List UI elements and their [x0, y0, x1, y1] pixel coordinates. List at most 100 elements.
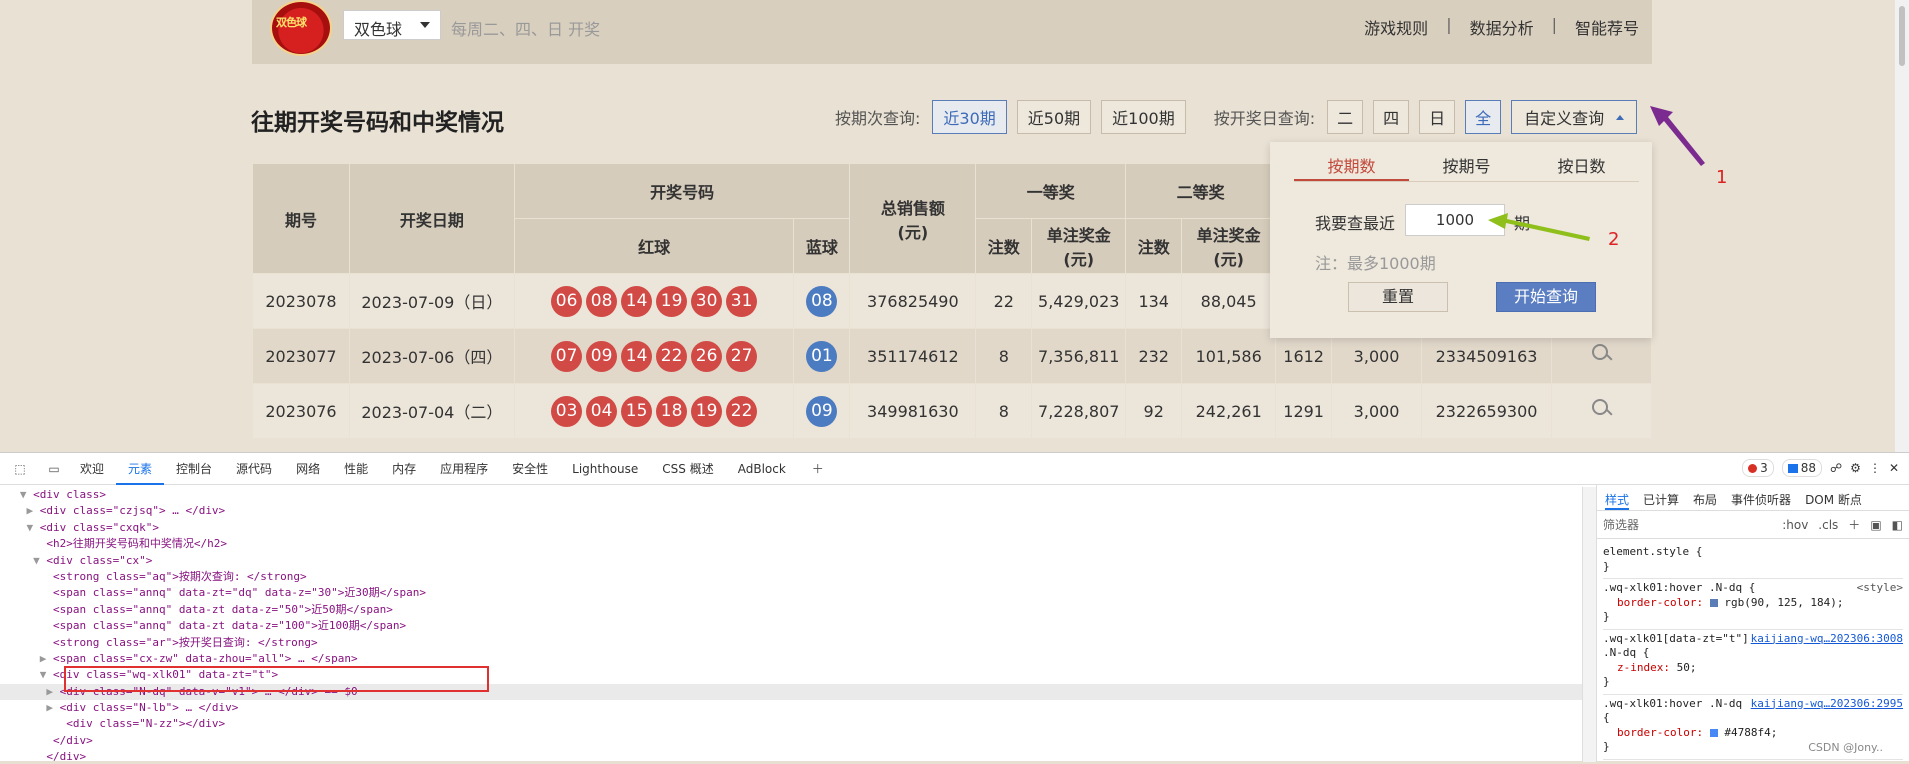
color-swatch[interactable] — [1709, 728, 1718, 737]
feedback-icon[interactable]: ☍ — [1830, 461, 1842, 475]
nav-recommend[interactable]: 智能荐号 — [1575, 15, 1639, 39]
devtools-tab[interactable]: 欢迎 — [68, 453, 116, 485]
dom-node[interactable]: ▶ <div class="N-lb"> … </div> — [0, 700, 1582, 716]
dom-node[interactable]: <span class="annq" data-zt data-z="100">… — [0, 618, 1582, 634]
dom-node-text: <h2>往期开奖号码和中奖情况</h2> — [46, 537, 227, 551]
styles-filter-input[interactable]: 筛选器 — [1603, 515, 1772, 535]
styles-tab[interactable]: 事件侦听器 — [1731, 491, 1791, 510]
styles-tab[interactable]: 布局 — [1693, 491, 1717, 510]
day-all-button[interactable]: 全 — [1465, 100, 1502, 134]
styles-tab[interactable]: DOM 断点 — [1805, 491, 1862, 510]
css-rule[interactable]: <style> .wq-xlk01:hover .N-dq {border-col… — [1603, 579, 1903, 630]
dom-node[interactable]: </div> — [0, 749, 1582, 762]
dom-node[interactable]: </div> — [0, 733, 1582, 749]
dom-node[interactable]: ▼ <div class="cxqk"> — [0, 520, 1582, 536]
cell-red-balls: 06 08 14 19 30 31 — [513, 273, 795, 329]
css-rule[interactable]: element.style {} — [1603, 543, 1903, 579]
devtools-tab[interactable]: 控制台 — [164, 453, 224, 485]
devtools-tab[interactable]: 源代码 — [224, 453, 284, 485]
message-badge[interactable]: 88 — [1781, 459, 1823, 477]
start-query-button[interactable]: 开始查询 — [1496, 282, 1596, 312]
unit-label: 期 — [1514, 214, 1531, 233]
computed-toggle-icon[interactable]: ▣ — [1870, 518, 1881, 532]
tab-by-issue[interactable]: 按期号 — [1409, 152, 1524, 181]
dom-node[interactable]: <span class="annq" data-zt="dq" data-z="… — [0, 585, 1582, 601]
dom-node[interactable]: ▶ <div class="czjsq"> … </div> — [0, 503, 1582, 519]
hov-toggle[interactable]: :hov — [1782, 518, 1808, 532]
devtools-tab[interactable]: 性能 — [332, 453, 380, 485]
lottery-logo[interactable]: 双色球 — [270, 0, 332, 56]
period-30-button[interactable]: 近30期 — [932, 100, 1007, 134]
css-property[interactable]: border-color: #4788f4; — [1603, 726, 1903, 741]
devtools-tab[interactable]: 内存 — [380, 453, 428, 485]
tab-by-days[interactable]: 按日数 — [1524, 152, 1639, 181]
add-tab-icon[interactable]: ＋ — [804, 459, 832, 479]
custom-query-panel: 按期数 按期号 按日数 我要查最近 1000 期 注：最多1000期 重置 开始… — [1270, 142, 1652, 338]
search-icon[interactable] — [1591, 343, 1613, 365]
new-rule-icon[interactable]: ＋ — [1848, 516, 1860, 533]
custom-query-button[interactable]: 自定义查询 — [1511, 100, 1638, 134]
recent-count-input[interactable]: 1000 — [1405, 204, 1505, 236]
dom-node-text: <div class="cx"> — [46, 553, 153, 567]
cell-blue-ball: 08 — [793, 273, 851, 329]
css-property[interactable]: border-color: rgb(90, 125, 184); — [1603, 596, 1903, 611]
dom-node[interactable]: ▼ <div class="cx"> — [0, 553, 1582, 569]
search-icon[interactable] — [1591, 398, 1613, 420]
color-swatch[interactable] — [1709, 598, 1718, 607]
day-thu-button[interactable]: 四 — [1373, 100, 1410, 134]
styles-tab[interactable]: 已计算 — [1643, 491, 1679, 510]
period-100-button[interactable]: 近100期 — [1101, 100, 1186, 134]
dom-node[interactable]: <h2>往期开奖号码和中奖情况</h2> — [0, 536, 1582, 552]
dom-node[interactable]: ▶ <span class="cx-zw" data-zhou="all"> …… — [0, 651, 1582, 667]
css-rule[interactable]: kaijiang-wq…202306:3008 .wq-xlk01[data-zt… — [1603, 630, 1903, 695]
tab-by-count[interactable]: 按期数 — [1294, 152, 1409, 181]
dom-node-text: <span class="cx-zw" data-zhou="all"> … <… — [52, 651, 358, 665]
dom-node[interactable]: <span class="annq" data-zt data-z="50">近… — [0, 602, 1582, 618]
css-property[interactable]: z-index: 50; — [1603, 661, 1903, 676]
devtools-tab[interactable]: Lighthouse — [560, 453, 650, 485]
lottery-type-select[interactable]: 双色球 — [343, 10, 441, 40]
day-sun-button[interactable]: 日 — [1419, 100, 1456, 134]
dom-node[interactable]: <strong class="aq">按期次查询: </strong> — [0, 569, 1582, 585]
devtools-tab[interactable]: 网络 — [284, 453, 332, 485]
close-icon[interactable]: ✕ — [1889, 461, 1899, 475]
devtools-tab[interactable]: 安全性 — [500, 453, 560, 485]
css-rule-source[interactable]: kaijiang-wq…202306:3008 — [1751, 632, 1903, 647]
col-date: 开奖日期 — [348, 163, 515, 274]
page-scrollbar[interactable] — [1895, 0, 1909, 452]
device-toolbar-icon[interactable]: ▭ — [40, 459, 68, 479]
devtools-tab[interactable]: AdBlock — [726, 453, 798, 485]
cell-date: 2023-07-04（二） — [348, 383, 515, 439]
red-ball: 06 — [551, 285, 583, 317]
inspect-icon[interactable]: ⬚ — [6, 459, 34, 479]
col-sales: 总销售额 (元) — [849, 163, 977, 274]
devtools-tab[interactable]: 应用程序 — [428, 453, 500, 485]
gear-icon[interactable]: ⚙ — [1850, 461, 1861, 475]
dom-node[interactable]: <div class="N-zz"></div> — [0, 716, 1582, 732]
dom-scrollbar[interactable] — [1582, 487, 1596, 762]
css-property-name: border-color: — [1617, 595, 1704, 609]
dom-node-text: </div> — [46, 750, 87, 762]
limit-note: 注：最多1000期 — [1315, 254, 1436, 273]
custom-query-label: 自定义查询 — [1524, 109, 1605, 128]
cell-first-count: 8 — [975, 383, 1033, 439]
reset-button[interactable]: 重置 — [1348, 282, 1448, 312]
dom-node-expander: ▶ — [0, 504, 40, 518]
nav-rules[interactable]: 游戏规则 — [1364, 15, 1428, 39]
day-tue-button[interactable]: 二 — [1327, 100, 1364, 134]
sidebar-toggle-icon[interactable]: ◧ — [1892, 518, 1903, 532]
dom-node[interactable]: <strong class="ar">按开奖日查询: </strong> — [0, 635, 1582, 651]
css-rule-source: <style> — [1856, 581, 1903, 594]
css-rule-source[interactable]: kaijiang-wq…202306:2995 — [1751, 697, 1903, 712]
devtools-tab[interactable]: 元素 — [116, 453, 165, 485]
red-ball: 22 — [726, 395, 758, 427]
cls-toggle[interactable]: .cls — [1818, 518, 1838, 532]
period-50-button[interactable]: 近50期 — [1016, 100, 1092, 134]
dom-node[interactable]: ▼ <div class> — [0, 487, 1582, 503]
styles-tab[interactable]: 样式 — [1605, 491, 1630, 510]
error-badge[interactable]: 3 — [1742, 459, 1774, 477]
devtools-tab[interactable]: CSS 概述 — [650, 453, 725, 485]
scrollbar-thumb[interactable] — [1899, 6, 1905, 66]
nav-analysis[interactable]: 数据分析 — [1470, 15, 1534, 39]
more-icon[interactable]: ⋮ — [1869, 461, 1881, 475]
